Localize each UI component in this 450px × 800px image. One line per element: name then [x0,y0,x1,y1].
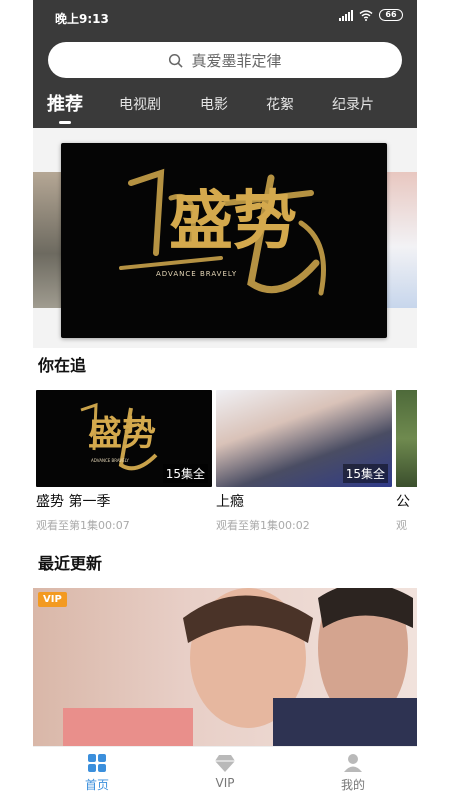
episode-count-badge: 15集全 [342,464,388,483]
banner-next-slide[interactable] [385,172,417,308]
tab-tv-series[interactable]: 电视剧 [119,94,161,114]
nav-profile[interactable]: 我的 [289,747,417,800]
signal-icon [339,9,353,21]
search-placeholder: 真爱墨菲定律 [191,51,282,70]
category-tabs: 推荐 电视剧 电影 花絮 纪录片 [33,90,417,124]
section-title-recent: 最近更新 [38,554,103,573]
svg-text:ADVANCE BRAVELY: ADVANCE BRAVELY [91,458,129,463]
card-thumbnail [396,390,417,487]
following-card-addicted[interactable]: 15集全 上瘾 观看至第1集00:02 [216,390,392,533]
search-icon [169,53,184,68]
banner-carousel: 盛势 ADVANCE BRAVELY [33,128,417,348]
watch-progress: 观 [396,519,407,532]
user-icon [344,754,362,772]
top-header: 晚上9:13 66 真爱墨菲定律 推荐 电视剧 电影 花絮 纪录片 [33,0,417,128]
following-card-shengshi[interactable]: 盛势 ADVANCE BRAVELY 15集全 盛势 第一季 观看至第1集00:… [36,390,212,533]
show-logo: 盛势 ADVANCE BRAVELY [119,168,326,296]
tab-recommend[interactable]: 推荐 [47,90,83,124]
battery-icon: 66 [379,9,403,21]
app-screen: 晚上9:13 66 真爱墨菲定律 推荐 电视剧 电影 花絮 纪录片 盛势 ADV… [33,0,417,800]
card-title: 公 [396,494,410,510]
card-title: 盛势 第一季 [36,494,111,510]
nav-vip[interactable]: VIP [161,747,289,800]
active-tab-indicator [59,121,71,124]
search-input[interactable]: 真爱墨菲定律 [48,42,402,78]
following-list: 盛势 ADVANCE BRAVELY 15集全 盛势 第一季 观看至第1集00:… [36,390,417,533]
recent-update-banner[interactable]: VIP [33,588,417,746]
tab-highlights[interactable]: 花絮 [266,94,294,114]
tab-documentary[interactable]: 纪录片 [332,94,374,114]
bottom-nav: 首页 VIP 我的 [33,746,417,800]
show-logo-text: 盛势 [169,184,297,259]
nav-home[interactable]: 首页 [33,747,161,800]
banner-slide-main[interactable]: 盛势 ADVANCE BRAVELY [61,143,387,338]
vip-badge: VIP [38,592,67,607]
episode-count-badge: 15集全 [162,464,208,483]
tab-movies[interactable]: 电影 [200,94,228,114]
diamond-icon [215,755,235,772]
watch-progress: 观看至第1集00:07 [36,519,130,532]
wifi-icon [359,9,373,21]
watch-progress: 观看至第1集00:02 [216,519,310,532]
following-card-partial[interactable]: 公 观 [396,390,417,533]
show-logo-subtitle: ADVANCE BRAVELY [156,270,237,278]
section-title-following: 你在追 [38,356,87,375]
recent-poster-art [63,588,417,746]
home-grid-icon [88,754,106,772]
card-thumbnail: 盛势 ADVANCE BRAVELY 15集全 [36,390,212,487]
status-bar: 晚上9:13 66 [33,0,417,34]
status-time: 晚上9:13 [55,12,109,26]
card-thumbnail: 15集全 [216,390,392,487]
card-title: 上瘾 [216,494,244,510]
svg-text:盛势: 盛势 [88,414,156,454]
